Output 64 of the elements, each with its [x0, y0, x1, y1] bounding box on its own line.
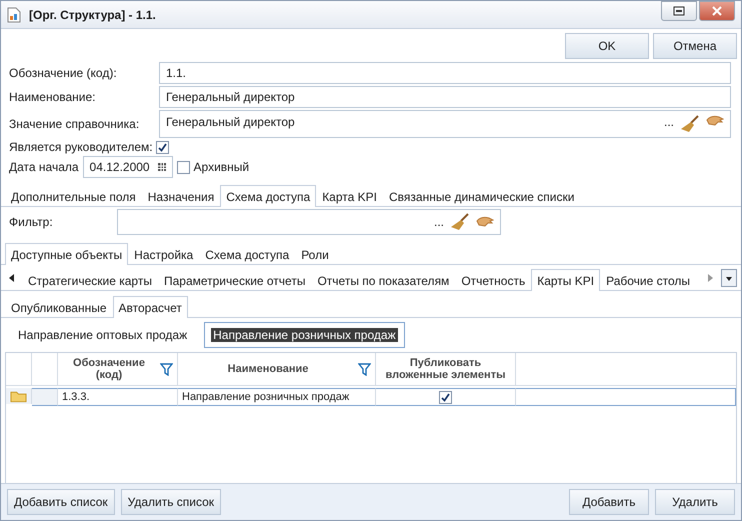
- column-header[interactable]: Обозначение (код): [58, 353, 178, 386]
- checkbox[interactable]: [156, 140, 169, 154]
- field-label: Дата начала: [9, 160, 79, 174]
- checkbox[interactable]: [439, 390, 452, 404]
- tab[interactable]: Связанные динамические списки: [382, 185, 580, 207]
- restore-icon: [673, 6, 685, 16]
- tab[interactable]: Схема доступа: [220, 185, 316, 207]
- tab[interactable]: Схема доступа: [199, 243, 296, 265]
- app-icon: [7, 6, 21, 22]
- field-label: Фильтр:: [9, 215, 54, 229]
- tab[interactable]: Назначения: [142, 185, 220, 207]
- tab[interactable]: Карта KPI: [316, 185, 383, 207]
- date-field[interactable]: 04.12.2000: [82, 156, 173, 178]
- tab[interactable]: Отчеты по показателям: [311, 269, 456, 291]
- window-title: [Орг. Структура] - 1.1.: [29, 8, 157, 22]
- delete-list-button[interactable]: Удалить список: [120, 489, 222, 515]
- filter-icon[interactable]: [358, 362, 371, 376]
- close-icon: [712, 6, 722, 16]
- tab[interactable]: Авторасчет: [112, 296, 188, 318]
- broom-icon[interactable]: [680, 115, 700, 133]
- scroll-right-icon[interactable]: [708, 274, 713, 282]
- tab[interactable]: Настройка: [128, 243, 200, 265]
- restore-button[interactable]: [661, 1, 697, 21]
- scroll-left-icon[interactable]: [9, 274, 14, 282]
- broom-icon[interactable]: [450, 213, 470, 231]
- tab[interactable]: Роли: [295, 243, 335, 265]
- field-label: Обозначение (код):: [9, 66, 118, 80]
- lookup-field[interactable]: Генеральный директор ...: [159, 110, 731, 138]
- calendar-icon[interactable]: [158, 163, 166, 171]
- column-header[interactable]: Наименование: [178, 353, 376, 386]
- filter-icon[interactable]: [160, 362, 173, 376]
- header-cell: [32, 353, 58, 386]
- text-field[interactable]: Генеральный директор: [159, 86, 731, 108]
- filter-field[interactable]: ...: [117, 209, 501, 235]
- tab[interactable]: Отчетность: [455, 269, 532, 291]
- tab[interactable]: Карты KPI: [531, 269, 600, 291]
- field-label: Наименование:: [9, 90, 97, 104]
- table-cell: Направление розничных продаж: [178, 388, 376, 406]
- tab[interactable]: Направление розничных продаж: [204, 322, 405, 348]
- dropdown-button[interactable]: [721, 269, 737, 287]
- header-cell: [6, 353, 32, 386]
- add-list-button[interactable]: Добавить список: [7, 489, 115, 515]
- text-field[interactable]: 1.1.: [159, 62, 731, 84]
- delete-button[interactable]: Удалить: [655, 489, 735, 515]
- tab[interactable]: Стратегические карты: [22, 269, 158, 291]
- tab[interactable]: Параметрические отчеты: [158, 269, 312, 291]
- close-button[interactable]: [699, 1, 735, 21]
- add-button[interactable]: Добавить: [569, 489, 649, 515]
- tab[interactable]: Опубликованные: [5, 296, 113, 318]
- column-header[interactable]: Публиковать вложенные элементы: [376, 353, 516, 386]
- hand-icon[interactable]: [476, 216, 494, 228]
- checkbox-label: Архивный: [194, 160, 250, 174]
- folder-icon: [10, 390, 27, 402]
- table-cell: 1.3.3.: [58, 388, 178, 406]
- field-label: Значение справочника:: [9, 117, 140, 131]
- tab[interactable]: Направление оптовых продаж: [9, 322, 196, 348]
- tab[interactable]: Дополнительные поля: [5, 185, 142, 207]
- cancel-button[interactable]: Отмена: [653, 33, 737, 59]
- checkbox-label: Является руководителем:: [9, 140, 153, 154]
- hand-icon[interactable]: [706, 115, 724, 127]
- ok-button[interactable]: OK: [565, 33, 649, 59]
- tab[interactable]: Доступные объекты: [5, 243, 128, 265]
- checkbox[interactable]: [176, 160, 190, 174]
- tab[interactable]: Рабочие столы: [600, 269, 696, 291]
